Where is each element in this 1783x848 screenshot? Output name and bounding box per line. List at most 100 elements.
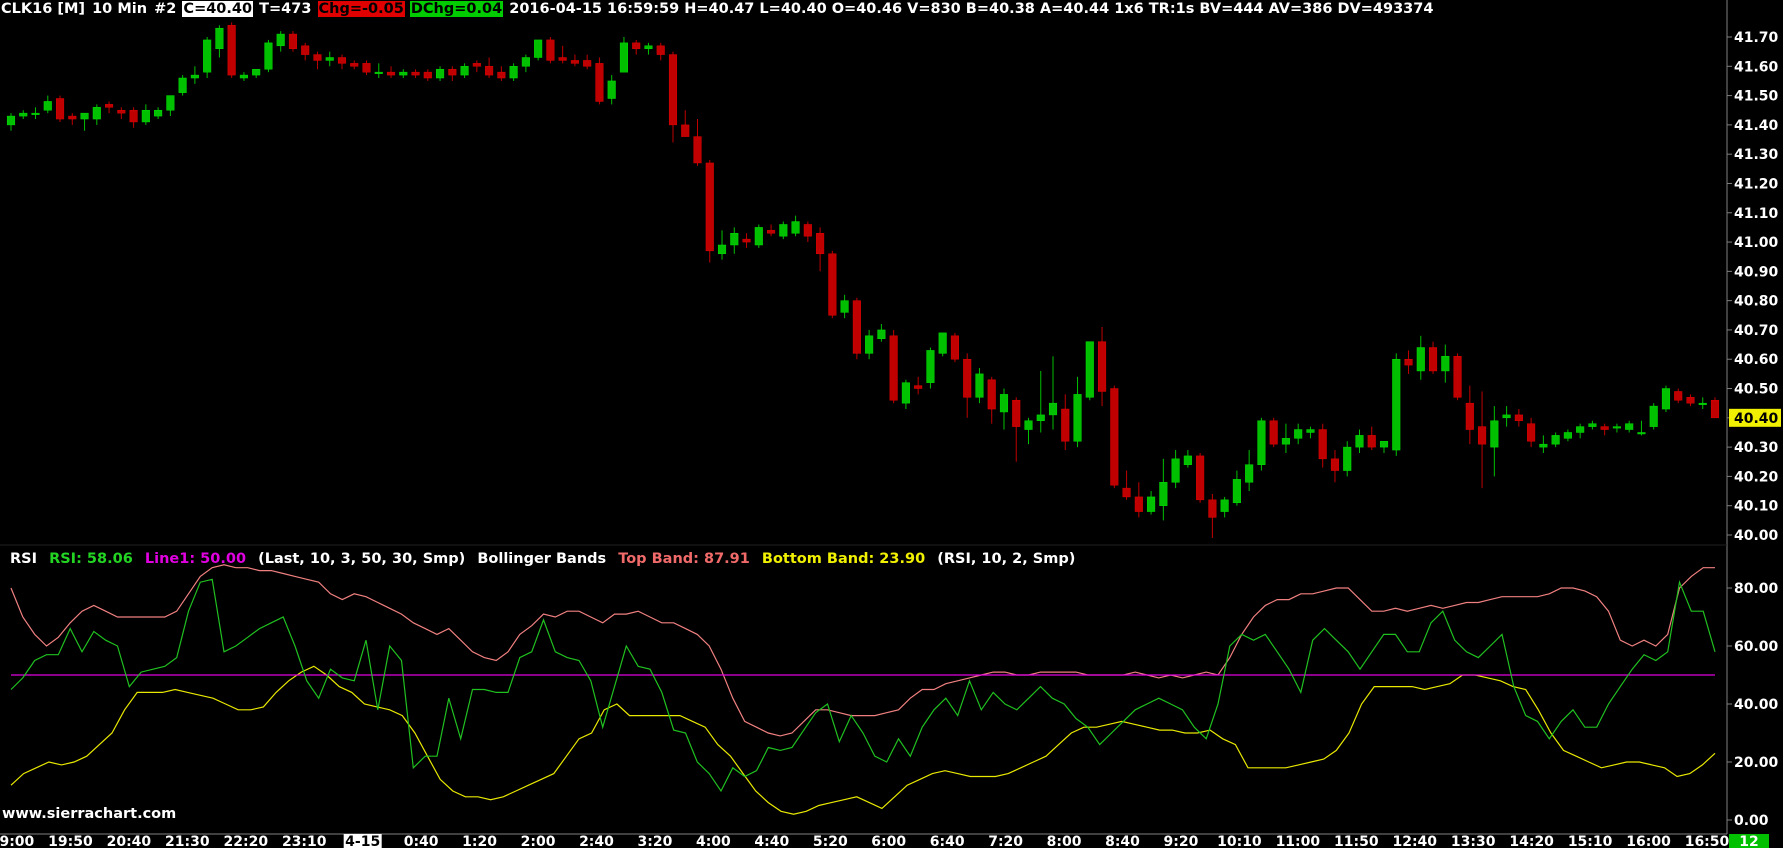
candle-body [1428, 347, 1438, 372]
time-tick-label: 13:30 [1451, 834, 1496, 848]
candle-body [190, 74, 199, 79]
time-tick-label: 23:10 [282, 834, 327, 848]
rsi-tick-label: 60.00 [1734, 639, 1779, 655]
chart-canvas[interactable]: 41.70 41.60 41.50 41.40 41.30 41.20 41.10 41.00… [0, 0, 1783, 848]
candle-body [1686, 397, 1695, 404]
candle-body [1514, 414, 1523, 422]
candle-body [607, 80, 616, 99]
chart-number-label: #2 [154, 1, 177, 17]
time-tick-label: 20:40 [107, 834, 152, 848]
time-tick-label: 7:20 [988, 834, 1023, 848]
candle-body [301, 45, 310, 55]
candle-body [1110, 388, 1119, 486]
price-tick-label: 41.20 [1734, 176, 1779, 192]
candle-body [987, 379, 996, 410]
candle-body [742, 238, 751, 243]
close-value-box: C=40.40 [182, 1, 254, 17]
candle-body [791, 221, 800, 234]
rsi-tick-label: 20.00 [1734, 755, 1779, 771]
candle-body [816, 233, 825, 255]
candle-body [583, 60, 592, 67]
candle-body [386, 71, 396, 76]
candle-body [1134, 496, 1143, 512]
candle-body [1012, 399, 1021, 427]
candle-body [68, 115, 77, 120]
candle-body [1563, 432, 1572, 439]
candle-body [1220, 499, 1229, 512]
candle-body [117, 109, 126, 114]
candle-body [1085, 341, 1094, 398]
candle-body [55, 98, 65, 120]
candle-body [1367, 435, 1376, 448]
rsi-params: (Last, 10, 3, 50, 30, Smp) [258, 551, 466, 567]
bar-countdown-label: 12 [1739, 834, 1758, 848]
candle-body [239, 74, 248, 79]
candle-body [619, 42, 628, 73]
candle-body [166, 95, 175, 111]
candle-body [1147, 496, 1156, 512]
candle-body [1392, 358, 1401, 451]
candle-body [436, 68, 445, 79]
candle-body [1098, 341, 1107, 392]
candle-body [914, 385, 923, 389]
candle-body [1379, 441, 1389, 448]
candle-body [1453, 356, 1462, 398]
candle-body [1122, 487, 1131, 498]
candle-body [1171, 458, 1180, 483]
time-tick-label: 19:50 [48, 834, 93, 848]
candle-body [362, 63, 371, 73]
candle-body [129, 109, 138, 123]
bb-params: (RSI, 10, 2, Smp) [937, 551, 1076, 567]
rsi-tick-label: 80.00 [1734, 581, 1779, 597]
candle-body [1208, 499, 1217, 518]
candle-body [1330, 458, 1340, 471]
candle-body [1159, 482, 1168, 506]
candle-body [1588, 423, 1597, 427]
time-tick-label: 19:00 [0, 834, 35, 848]
candle-body [472, 63, 481, 67]
candle-body [754, 227, 763, 246]
bb-study-name: Bollinger Bands [477, 551, 607, 567]
time-tick-label: 9:20 [1164, 834, 1199, 848]
price-tick-label: 41.70 [1734, 30, 1779, 46]
candle-body [264, 42, 273, 70]
candle-body [497, 71, 506, 79]
time-tick-label: 3:20 [638, 834, 673, 848]
price-tick-label: 40.80 [1734, 294, 1779, 310]
candle-body [1539, 443, 1548, 448]
candle-body [632, 42, 641, 49]
top-band-value: Top Band: 87.91 [618, 551, 750, 567]
candle-body [1625, 423, 1634, 430]
time-tick-label: 12:40 [1392, 834, 1437, 848]
candle-body [460, 66, 469, 76]
time-tick-label: 16:50 [1685, 834, 1730, 848]
candle-body [1649, 405, 1658, 427]
time-tick-label: 8:00 [1047, 834, 1082, 848]
rsi-tick-label: 40.00 [1734, 697, 1779, 713]
candle-body [374, 71, 383, 74]
candle-body [1269, 420, 1278, 445]
candle-body [570, 60, 579, 64]
candle-body [840, 300, 849, 313]
time-tick-label: 2:00 [521, 834, 556, 848]
candle-body [485, 66, 494, 76]
current-price-label: 40.40 [1734, 411, 1779, 427]
candle-body [1416, 347, 1425, 372]
candle-body [1600, 426, 1609, 430]
candle-body [1024, 420, 1033, 430]
candle-body [313, 54, 322, 61]
time-tick-label: 4:40 [754, 834, 789, 848]
time-tick-label: 16:00 [1626, 834, 1671, 848]
price-tick-label: 41.00 [1734, 235, 1779, 251]
candle-body [43, 101, 52, 111]
candle-body [852, 300, 861, 354]
candle-body [889, 335, 898, 401]
candle-body [975, 373, 984, 398]
candle-body [1294, 429, 1303, 439]
bar-stats-label: 2016-04-15 16:59:59 H=40.47 L=40.40 O=40… [509, 1, 1434, 17]
candle-body [1318, 429, 1327, 460]
candle-body [558, 57, 567, 61]
candle-body [534, 39, 543, 58]
candle-body [779, 224, 788, 237]
candle-body [448, 68, 457, 76]
